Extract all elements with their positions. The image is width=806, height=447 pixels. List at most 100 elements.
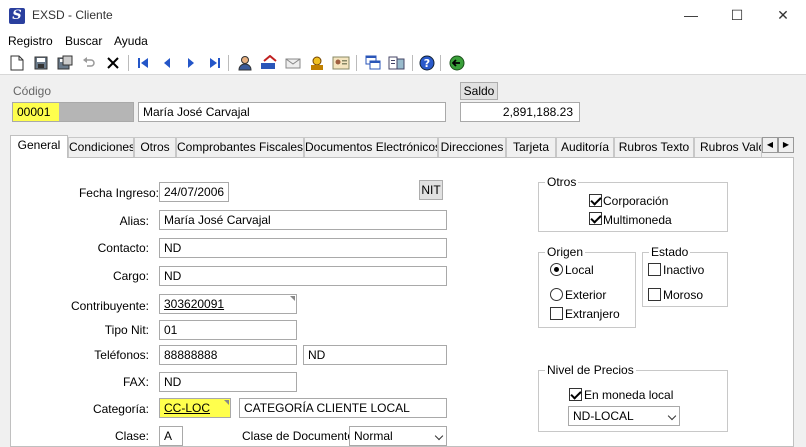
estado-group-title: Estado (649, 245, 691, 259)
clase-documento-value: Normal (354, 429, 393, 443)
origen-local-label: Local (565, 263, 594, 277)
clase-documento-select[interactable]: Normal (349, 426, 447, 446)
menu-buscar[interactable]: Buscar (65, 34, 102, 48)
en-moneda-local-checkbox[interactable] (569, 388, 582, 401)
cargo-input[interactable]: ND (159, 266, 447, 286)
clase-documento-label: Clase de Documento: (242, 429, 358, 443)
origen-local-radio[interactable] (550, 263, 563, 276)
moroso-label: Moroso (663, 288, 704, 302)
contribuyente-label: Contribuyente: (70, 299, 149, 313)
next-record-icon[interactable] (182, 54, 200, 72)
tab-scroll-left-icon[interactable]: ◀ (762, 137, 778, 153)
categoria-code-value: CC-LOC (164, 401, 211, 415)
tab-otros[interactable]: Otros (134, 137, 176, 157)
tipo-nit-input[interactable]: 01 (159, 320, 297, 340)
windows-icon[interactable] (364, 54, 382, 72)
transfer-icon[interactable] (260, 54, 278, 72)
report-icon[interactable] (388, 54, 406, 72)
mail-icon[interactable] (284, 54, 302, 72)
contacto-input[interactable]: ND (159, 238, 447, 258)
contribuyente-input[interactable]: 303620091 (159, 294, 297, 314)
fecha-ingreso-input[interactable]: 24/07/2006 (159, 182, 229, 202)
codigo-input[interactable]: 00001 (12, 102, 134, 122)
tab-tarjeta[interactable]: Tarjeta (506, 137, 556, 157)
help-icon[interactable]: ? (418, 54, 436, 72)
menu-ayuda[interactable]: Ayuda (114, 34, 148, 48)
card-icon[interactable] (332, 54, 350, 72)
fax-input[interactable]: ND (159, 372, 297, 392)
tab-direcciones[interactable]: Direcciones (438, 137, 506, 157)
contribuyente-value: 303620091 (164, 297, 225, 311)
tab-strip: General Condiciones Otros Comprobantes F… (10, 135, 804, 158)
tab-comprobantes-fiscales[interactable]: Comprobantes Fiscales (176, 137, 304, 157)
tab-auditoria[interactable]: Auditoría (556, 137, 614, 157)
extranjero-checkbox[interactable] (550, 307, 563, 320)
save-icon[interactable] (32, 54, 50, 72)
new-document-icon[interactable] (8, 54, 26, 72)
contacto-label: Contacto: (97, 241, 149, 255)
delete-icon[interactable] (104, 54, 122, 72)
telefono1-input[interactable]: 88888888 (159, 345, 297, 365)
tab-documentos-electronicos[interactable]: Documentos Electrónicos (304, 137, 438, 157)
window-title: EXSD - Cliente (32, 8, 113, 22)
lookup-marker-icon (290, 296, 295, 301)
categoria-code-input[interactable]: CC-LOC (159, 398, 231, 418)
fecha-ingreso-label: Fecha Ingreso: (78, 186, 159, 200)
alias-label: Alias: (119, 214, 149, 228)
user-icon[interactable] (236, 54, 254, 72)
close-button[interactable]: ✕ (760, 0, 806, 31)
cargo-label: Cargo: (112, 269, 149, 283)
otros-group-title: Otros (545, 175, 579, 189)
toolbar-separator (356, 55, 357, 71)
toolbar-separator (412, 55, 413, 71)
inactivo-label: Inactivo (663, 263, 705, 277)
tab-rubros-texto[interactable]: Rubros Texto (614, 137, 694, 157)
en-moneda-local-label: En moneda local (584, 388, 674, 402)
menu-bar: Registro Buscar Ayuda (0, 31, 806, 51)
save-as-icon[interactable] (56, 54, 74, 72)
tab-rubros-valor[interactable]: Rubros Valor (694, 137, 762, 157)
last-record-icon[interactable] (206, 54, 224, 72)
chevron-down-icon (667, 411, 677, 421)
telefono2-input[interactable]: ND (303, 345, 447, 365)
nombre-input[interactable]: María José Carvajal (138, 102, 446, 122)
tab-general[interactable]: General (10, 135, 68, 158)
codigo-label: Código (13, 84, 52, 98)
app-icon: S (9, 8, 25, 24)
fax-label: FAX: (122, 375, 149, 389)
contacts-icon[interactable] (308, 54, 326, 72)
general-panel: Fecha Ingreso: 24/07/2006 NIT Alias: Mar… (10, 157, 794, 447)
first-record-icon[interactable] (134, 54, 152, 72)
telefonos-label: Teléfonos: (94, 348, 149, 362)
chevron-down-icon (434, 431, 444, 441)
toolbar-separator (228, 55, 229, 71)
right-edge (798, 75, 806, 440)
origen-exterior-label: Exterior (565, 288, 607, 302)
inactivo-checkbox[interactable] (648, 263, 661, 276)
corporacion-checkbox[interactable] (589, 194, 602, 207)
saldo-button[interactable]: Saldo (460, 82, 498, 100)
menu-registro[interactable]: Registro (8, 34, 53, 48)
origen-exterior-radio[interactable] (550, 288, 563, 301)
exit-icon[interactable] (448, 54, 466, 72)
multimoneda-checkbox[interactable] (589, 212, 602, 225)
previous-record-icon[interactable] (158, 54, 176, 72)
clase-label: Clase: (114, 429, 149, 443)
clase-input[interactable]: A (159, 426, 183, 446)
minimize-button[interactable]: — (668, 0, 714, 31)
corporacion-label: Corporación (603, 194, 669, 208)
nivel-precios-select[interactable]: ND-LOCAL (568, 406, 680, 426)
saldo-value: 2,891,188.23 (460, 102, 580, 122)
origen-group-title: Origen (545, 245, 586, 259)
tipo-nit-label: Tipo Nit: (104, 323, 149, 337)
extranjero-label: Extranjero (565, 307, 620, 321)
tab-scroll-right-icon[interactable]: ▶ (778, 137, 794, 153)
moroso-checkbox[interactable] (648, 288, 661, 301)
undo-icon[interactable] (80, 54, 98, 72)
alias-input[interactable]: María José Carvajal (159, 210, 447, 230)
maximize-button[interactable]: ☐ (714, 0, 760, 31)
multimoneda-label: Multimoneda (603, 213, 672, 227)
toolbar-separator (440, 55, 441, 71)
tab-condiciones[interactable]: Condiciones (68, 137, 134, 157)
nit-button[interactable]: NIT (419, 180, 443, 200)
